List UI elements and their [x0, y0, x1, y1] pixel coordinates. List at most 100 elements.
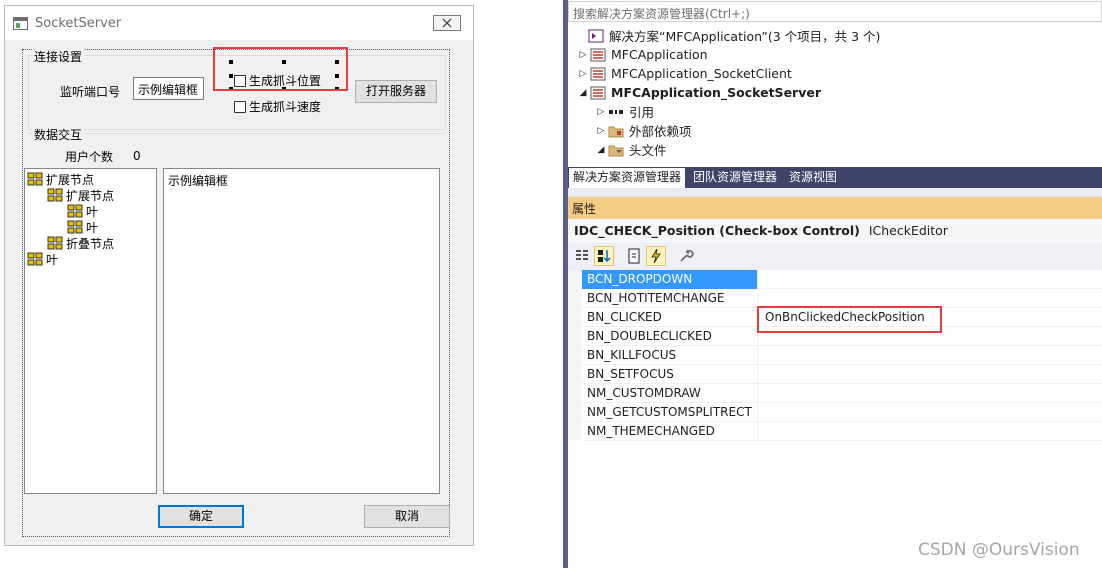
event-handler[interactable] — [760, 403, 1102, 422]
tree-item[interactable]: 叶 — [67, 219, 98, 235]
solution-node[interactable]: 解决方案“MFCApplication”(3 个项目，共 3 个) — [574, 26, 880, 45]
project-node-active[interactable]: ◢ MFCApplication_SocketServer — [576, 83, 821, 102]
window-icon — [13, 17, 28, 30]
event-handler[interactable] — [760, 384, 1102, 403]
project-label: MFCApplication — [611, 47, 708, 62]
event-name: BN_KILLFOCUS — [582, 346, 758, 365]
tree-leaf-icon — [27, 252, 43, 266]
event-row[interactable]: BN_KILLFOCUS — [582, 346, 1102, 365]
event-name: NM_THEMECHANGED — [582, 422, 758, 441]
event-name: BCN_HOTITEMCHANGE — [582, 289, 758, 308]
properties-object-selector[interactable]: IDC_CHECK_Position (Check-box Control) I… — [568, 219, 1102, 243]
highlight-frame-handler — [757, 306, 942, 333]
alphabetical-icon — [598, 250, 611, 263]
control-id: IDC_CHECK_Position (Check-box Control) — [574, 223, 860, 238]
cancel-button[interactable]: 取消 — [364, 505, 450, 528]
tab-team-explorer[interactable]: 团队资源管理器 — [689, 168, 781, 188]
project-icon — [590, 67, 606, 80]
tab-resource-view[interactable]: 资源视图 — [785, 168, 841, 188]
alphabetical-button[interactable] — [594, 246, 614, 266]
properties-page-icon — [628, 248, 640, 264]
watermark: CSDN @OursVision — [918, 540, 1080, 560]
checkbox-speed-box[interactable] — [234, 100, 246, 113]
lightning-icon — [651, 248, 661, 264]
checkbox-speed-label: 生成抓斗速度 — [249, 100, 322, 114]
message-edit-area[interactable]: 示例编辑框 — [163, 168, 440, 494]
data-group-label: 数据交互 — [32, 126, 85, 143]
event-name: BN_CLICKED — [582, 308, 758, 327]
ok-button[interactable]: 确定 — [158, 505, 244, 528]
headers-node[interactable]: ◢ 头文件 — [594, 140, 667, 159]
event-row[interactable]: NM_THEMECHANGED — [582, 422, 1102, 441]
event-row[interactable]: BN_SETFOCUS — [582, 365, 1102, 384]
panel-gap — [568, 188, 1102, 197]
connection-group-label: 连接设置 — [32, 48, 85, 65]
event-name: BCN_DROPDOWN — [582, 270, 758, 289]
close-icon — [442, 18, 452, 28]
user-count-value: 0 — [133, 149, 141, 163]
tree-leaf-icon — [67, 220, 83, 234]
port-edit[interactable]: 示例编辑框 — [133, 77, 204, 100]
references-node[interactable]: ▷ 引用 — [594, 102, 654, 121]
properties-toolbar — [568, 243, 1102, 270]
event-handler[interactable] — [760, 365, 1102, 384]
tree-item-label: 扩展节点 — [46, 172, 95, 187]
tree-node-icon — [27, 172, 43, 186]
solution-search-input[interactable]: 搜索解决方案资源管理器(Ctrl+;) — [568, 1, 1102, 22]
solution-icon — [588, 29, 604, 42]
dialog-titlebar[interactable]: SocketServer — [5, 6, 473, 40]
categorized-button[interactable] — [572, 246, 592, 266]
solution-label: 解决方案“MFCApplication”(3 个项目，共 3 个) — [609, 29, 881, 44]
event-row[interactable]: NM_GETCUSTOMSPLITRECT — [582, 403, 1102, 422]
highlight-frame-checkbox — [213, 47, 348, 91]
dialog-client: 连接设置 监听端口号 示例编辑框 生成抓斗位置 生成抓斗速度 打开服务器 数据交… — [5, 40, 473, 545]
data-groupbox — [28, 133, 446, 135]
properties-header[interactable]: 属性 — [568, 197, 1102, 219]
event-handler[interactable] — [760, 270, 1102, 289]
project-icon — [590, 86, 606, 99]
control-type: ICheckEditor — [868, 223, 948, 238]
tree-item[interactable]: 叶 — [67, 203, 98, 219]
property-pages-button[interactable] — [676, 246, 696, 266]
references-icon — [609, 109, 623, 114]
collapse-arrow-icon[interactable]: ◢ — [576, 88, 590, 98]
categorized-icon — [576, 250, 588, 260]
event-handler[interactable] — [760, 346, 1102, 365]
tree-item[interactable]: 折叠节点 — [47, 235, 114, 251]
tree-item-label: 叶 — [46, 252, 59, 267]
references-label: 引用 — [629, 105, 655, 120]
expand-arrow-icon[interactable]: ▷ — [594, 126, 608, 136]
tree-item-label: 折叠节点 — [66, 236, 115, 251]
tree-item[interactable]: 扩展节点 — [47, 187, 114, 203]
wrench-icon — [680, 249, 694, 262]
collapse-arrow-icon[interactable]: ◢ — [594, 145, 608, 155]
external-deps-node[interactable]: ▷ 外部依赖项 — [594, 121, 692, 140]
tree-view[interactable]: 扩展节点 扩展节点 叶 叶 折叠节点 叶 — [24, 168, 157, 494]
tab-solution-explorer[interactable]: 解决方案资源管理器 — [569, 168, 686, 188]
expand-arrow-icon[interactable]: ▷ — [576, 50, 590, 60]
event-row[interactable]: BCN_DROPDOWN — [582, 270, 1102, 289]
expand-arrow-icon[interactable]: ▷ — [594, 107, 608, 117]
events-button[interactable] — [646, 246, 666, 266]
external-deps-label: 外部依赖项 — [629, 124, 692, 139]
tree-item-label: 扩展节点 — [66, 188, 115, 203]
event-handler[interactable] — [760, 422, 1102, 441]
project-node[interactable]: ▷ MFCApplication — [576, 45, 708, 64]
expand-arrow-icon[interactable]: ▷ — [576, 69, 590, 79]
event-row[interactable]: NM_CUSTOMDRAW — [582, 384, 1102, 403]
tree-leaf-icon — [67, 204, 83, 218]
project-node[interactable]: ▷ MFCApplication_SocketClient — [576, 64, 792, 83]
tree-item[interactable]: 叶 — [27, 251, 58, 267]
properties-button[interactable] — [624, 246, 644, 266]
user-count-label: 用户个数 — [65, 150, 114, 164]
filter-folder-icon — [608, 145, 624, 156]
event-name: BN_SETFOCUS — [582, 365, 758, 384]
close-button[interactable] — [433, 15, 461, 31]
checkbox-speed[interactable]: 生成抓斗速度 — [234, 98, 321, 115]
tree-item[interactable]: 扩展节点 — [27, 171, 94, 187]
panel-tabbar: 解决方案资源管理器 团队资源管理器 资源视图 — [568, 167, 1102, 188]
open-server-button[interactable]: 打开服务器 — [355, 80, 437, 103]
properties-gutter — [568, 270, 582, 440]
tree-node-icon — [47, 188, 63, 202]
folder-icon — [608, 126, 624, 137]
